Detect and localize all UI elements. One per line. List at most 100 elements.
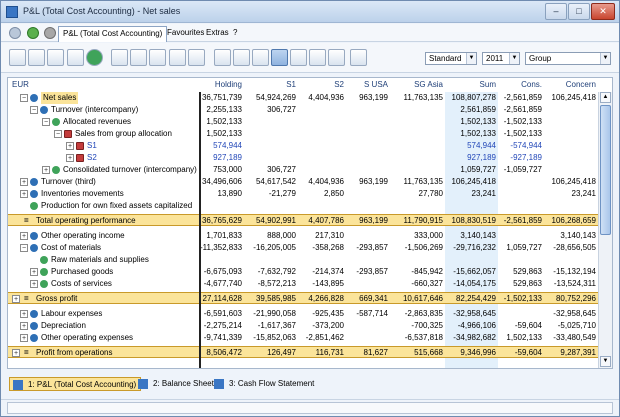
table-cell[interactable]: -9,741,339: [200, 332, 242, 344]
table-cell[interactable]: [498, 188, 542, 200]
table-cell[interactable]: 2,850: [298, 188, 344, 200]
table-cell[interactable]: -660,327: [390, 278, 443, 290]
table-cell[interactable]: 9,287,391: [544, 347, 596, 359]
table-cell[interactable]: -1,502,133: [498, 116, 542, 128]
table-cell[interactable]: [346, 200, 388, 212]
table-cell[interactable]: [445, 200, 496, 212]
table-cell[interactable]: 108,830,519: [445, 215, 497, 227]
table-cell[interactable]: -143,895: [298, 278, 344, 290]
grid-icon[interactable]: [28, 49, 45, 66]
table-row[interactable]: − Sales from group allocation 1,502,133 1,5…: [8, 128, 598, 140]
table-cell[interactable]: -574,944: [498, 140, 542, 152]
table-cell[interactable]: -5,025,710: [544, 320, 596, 332]
table-cell[interactable]: 4,407,786: [298, 215, 344, 227]
table-cell[interactable]: [244, 254, 296, 266]
row-label[interactable]: Total operating performance: [36, 215, 136, 227]
table-cell[interactable]: 8,506,472: [200, 347, 242, 359]
table-cell[interactable]: -2,275,214: [200, 320, 242, 332]
table-row[interactable]: + Purchased goods -6,675,093 -7,632,792 -214…: [8, 266, 598, 278]
table-row[interactable]: + Inventories movements 13,890 -21,279 2,850…: [8, 188, 598, 200]
table-cell[interactable]: -373,200: [298, 320, 344, 332]
table-cell[interactable]: -925,435: [298, 308, 344, 320]
table-cell[interactable]: [244, 152, 296, 164]
table-cell[interactable]: -28,656,505: [544, 242, 596, 254]
table-cell[interactable]: 515,668: [390, 347, 443, 359]
table-row[interactable]: Raw materials and supplies: [8, 254, 598, 266]
menu-help[interactable]: ?: [233, 28, 237, 37]
table-cell[interactable]: -1,506,269: [390, 242, 443, 254]
row-label[interactable]: Profit from operations: [36, 347, 112, 359]
table-cell[interactable]: [244, 200, 296, 212]
table-cell[interactable]: 116,731: [298, 347, 344, 359]
table-cell[interactable]: 963,199: [346, 176, 388, 188]
table-row[interactable]: = Total operating performance 36,765,629 54…: [8, 214, 598, 226]
col-header-cons[interactable]: Cons.: [498, 78, 542, 92]
table-row[interactable]: Production for own fixed assets capitali…: [8, 200, 598, 212]
table-cell[interactable]: -15,662,057: [445, 266, 496, 278]
table-cell[interactable]: 54,924,269: [244, 92, 296, 104]
table-cell[interactable]: [390, 254, 443, 266]
row-label[interactable]: Net sales: [41, 92, 79, 104]
table-cell[interactable]: [298, 116, 344, 128]
table-cell[interactable]: [544, 140, 596, 152]
row-label[interactable]: Turnover (third): [41, 176, 96, 188]
table-cell[interactable]: 11,763,135: [390, 92, 443, 104]
table-cell[interactable]: 927,189: [200, 152, 242, 164]
table-cell[interactable]: [346, 320, 388, 332]
row-label[interactable]: Turnover (intercompany): [51, 104, 138, 116]
table-cell[interactable]: -4,677,740: [200, 278, 242, 290]
table-cell[interactable]: -21,279: [244, 188, 296, 200]
sheet-tab-balance[interactable]: 2: Balance Sheet: [135, 377, 218, 391]
table-cell[interactable]: 669,341: [346, 293, 388, 305]
col-header-s2[interactable]: S2: [298, 78, 344, 92]
table-cell[interactable]: 529,863: [498, 266, 542, 278]
table-cell[interactable]: [498, 176, 542, 188]
table-cell[interactable]: 27,114,628: [200, 293, 242, 305]
vertical-scrollbar[interactable]: ▲ ▼: [598, 92, 612, 368]
table-cell[interactable]: -15,852,063: [244, 332, 296, 344]
table-cell[interactable]: -2,561,859: [498, 215, 542, 227]
table-cell[interactable]: -13,524,311: [544, 278, 596, 290]
forward-icon[interactable]: [44, 27, 56, 39]
back-icon[interactable]: [27, 27, 39, 39]
export-icon[interactable]: [188, 49, 205, 66]
table-cell[interactable]: 106,245,418: [544, 176, 597, 188]
row-label[interactable]: Purchased goods: [51, 266, 113, 278]
view-bars-icon[interactable]: [328, 49, 345, 66]
table-cell[interactable]: 1,502,133: [200, 128, 242, 140]
table-row[interactable]: − Cost of materials -11,352,833 -16,205,005…: [8, 242, 598, 254]
table-cell[interactable]: 927,189: [445, 152, 496, 164]
col-header-holding[interactable]: Holding: [200, 78, 242, 92]
table-cell[interactable]: 3,140,143: [544, 230, 596, 242]
table-cell[interactable]: 306,727: [244, 104, 296, 116]
collapse-icon[interactable]: −: [20, 244, 28, 252]
table-cell[interactable]: 3,140,143: [445, 230, 496, 242]
table-cell[interactable]: 574,944: [445, 140, 496, 152]
table-cell[interactable]: -214,374: [298, 266, 344, 278]
help-icon[interactable]: [86, 49, 103, 66]
table-cell[interactable]: [498, 308, 542, 320]
scroll-thumb[interactable]: [600, 105, 611, 235]
table-cell[interactable]: -8,572,213: [244, 278, 296, 290]
table-cell[interactable]: 529,863: [498, 278, 542, 290]
scroll-up-icon[interactable]: ▲: [600, 92, 611, 103]
table-cell[interactable]: -700,325: [390, 320, 443, 332]
sheet-tab-pl[interactable]: 1: P&L (Total Cost Accounting): [9, 377, 142, 391]
row-label[interactable]: Inventories movements: [41, 188, 124, 200]
table-cell[interactable]: [498, 230, 542, 242]
table-row[interactable]: + = Gross profit 27,114,628 39,585,985 4,266,…: [8, 292, 598, 304]
table-cell[interactable]: [346, 164, 388, 176]
expand-icon[interactable]: +: [30, 280, 38, 288]
table-cell[interactable]: [298, 254, 344, 266]
row-label[interactable]: Allocated revenues: [63, 116, 131, 128]
table-cell[interactable]: [346, 152, 388, 164]
table-cell[interactable]: 23,241: [544, 188, 596, 200]
table-cell[interactable]: [346, 128, 388, 140]
col-header-s1[interactable]: S1: [244, 78, 296, 92]
table-cell[interactable]: -33,480,549: [544, 332, 596, 344]
table-cell[interactable]: -34,982,682: [445, 332, 496, 344]
table-row[interactable]: + Depreciation -2,275,214 -1,617,367 -373,20…: [8, 320, 598, 332]
minimize-button[interactable]: –: [545, 3, 567, 20]
table-cell[interactable]: [346, 104, 388, 116]
col-header-concern[interactable]: Concern: [544, 78, 596, 92]
